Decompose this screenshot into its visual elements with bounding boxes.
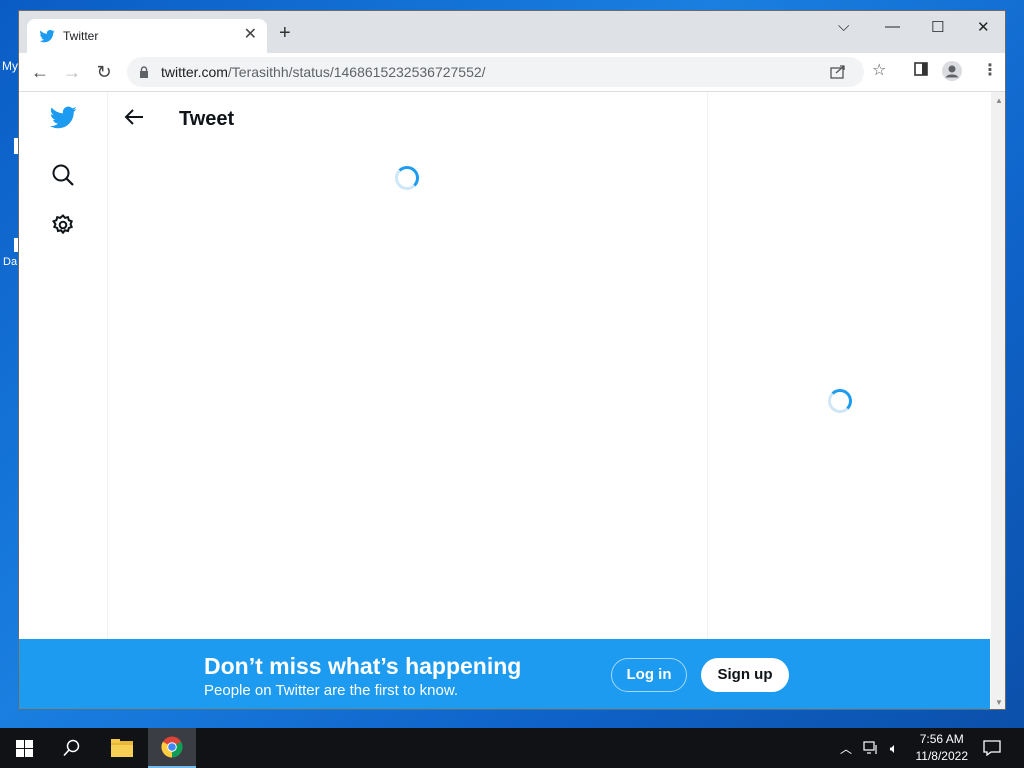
tweet-header: Tweet bbox=[107, 92, 707, 144]
settings-gear-icon[interactable] bbox=[51, 213, 75, 237]
signup-banner: Don’t miss what’s happening People on Tw… bbox=[19, 639, 990, 709]
main-column: Tweet bbox=[107, 92, 708, 639]
desktop-icon-label[interactable]: Da bbox=[3, 256, 17, 268]
tab-title: Twitter bbox=[63, 29, 99, 43]
new-tab-icon[interactable]: + bbox=[279, 23, 291, 43]
browser-tab[interactable]: Twitter ✕ bbox=[27, 19, 267, 53]
network-icon[interactable] bbox=[862, 728, 880, 768]
desktop-icon-label[interactable]: My bbox=[2, 59, 18, 73]
twitter-page: Tweet ▲ ▼ Don’t miss what’s happening Pe… bbox=[19, 92, 1005, 709]
page-scrollbar[interactable]: ▲ ▼ bbox=[991, 92, 1005, 709]
url-path: /Terasithh/status/1468615232536727552/ bbox=[227, 64, 486, 80]
browser-window: Twitter ✕ + ⌵ — ☐ ✕ ← → ↻ twitter.com/Te… bbox=[18, 10, 1006, 710]
clock-date: 11/8/2022 bbox=[915, 749, 969, 763]
twitter-bird-icon bbox=[39, 29, 55, 43]
tab-close-icon[interactable]: ✕ bbox=[244, 27, 257, 43]
reload-icon[interactable]: ↻ bbox=[95, 63, 113, 81]
left-navigation bbox=[19, 92, 108, 639]
signup-button[interactable]: Sign up bbox=[701, 658, 789, 692]
bookmark-star-icon[interactable]: ☆ bbox=[872, 60, 886, 80]
file-explorer-icon[interactable] bbox=[106, 728, 138, 768]
tab-search-chevron-icon[interactable]: ⌵ bbox=[838, 18, 849, 35]
volume-icon[interactable]: 🔈︎ bbox=[884, 728, 904, 768]
banner-title: Don’t miss what’s happening bbox=[204, 653, 522, 679]
tab-strip: Twitter ✕ + ⌵ — ☐ ✕ bbox=[19, 11, 1005, 53]
clock[interactable]: 7:56 AM 11/8/2022 bbox=[916, 731, 969, 765]
chrome-taskbar-icon[interactable] bbox=[148, 728, 196, 768]
side-panel-icon[interactable] bbox=[914, 62, 928, 76]
maximize-icon[interactable]: ☐ bbox=[931, 18, 944, 36]
profile-avatar-icon[interactable] bbox=[942, 61, 962, 81]
url-text[interactable]: twitter.com/Terasithh/status/14686152325… bbox=[161, 64, 486, 80]
search-icon[interactable] bbox=[51, 163, 75, 187]
back-arrow-icon[interactable] bbox=[123, 106, 145, 128]
browser-toolbar: ← → ↻ twitter.com/Terasithh/status/14686… bbox=[19, 53, 1005, 92]
back-icon[interactable]: ← bbox=[31, 63, 49, 81]
taskbar-search-icon[interactable] bbox=[58, 728, 86, 768]
minimize-icon[interactable]: — bbox=[885, 18, 900, 35]
twitter-logo-icon[interactable] bbox=[49, 106, 77, 130]
banner-subtitle: People on Twitter are the first to know. bbox=[204, 682, 459, 699]
start-windows-icon[interactable] bbox=[10, 728, 38, 768]
loading-spinner bbox=[828, 389, 852, 413]
taskbar: ︿ 🔈︎ 7:56 AM 11/8/2022 bbox=[0, 728, 1024, 768]
login-button[interactable]: Log in bbox=[611, 658, 687, 692]
share-icon[interactable] bbox=[830, 65, 846, 79]
loading-spinner bbox=[395, 166, 419, 190]
address-bar[interactable]: twitter.com/Terasithh/status/14686152325… bbox=[127, 57, 864, 87]
scroll-down-icon[interactable]: ▼ bbox=[995, 698, 1003, 707]
url-host: twitter.com bbox=[161, 64, 228, 80]
scroll-up-icon[interactable]: ▲ bbox=[995, 96, 1003, 105]
close-window-icon[interactable]: ✕ bbox=[977, 18, 990, 36]
notifications-icon[interactable] bbox=[980, 728, 1004, 768]
show-hidden-icons-chevron[interactable]: ︿ bbox=[838, 728, 854, 768]
lock-icon[interactable] bbox=[139, 66, 149, 78]
forward-icon[interactable]: → bbox=[63, 63, 81, 81]
right-sidebar bbox=[708, 92, 990, 639]
clock-time: 7:56 AM bbox=[919, 732, 964, 746]
menu-kebab-icon[interactable]: ⋮ bbox=[982, 60, 998, 80]
page-title: Tweet bbox=[179, 108, 235, 130]
